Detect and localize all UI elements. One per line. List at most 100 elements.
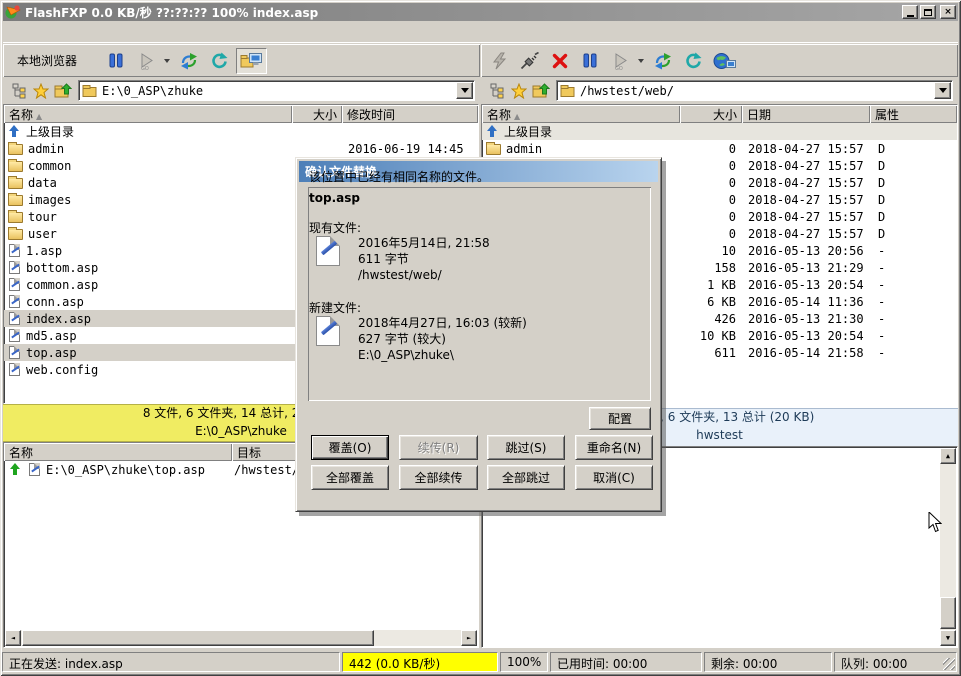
file-date: 2018-04-27 15:57 [742, 176, 870, 190]
file-name: 上级目录 [504, 123, 552, 140]
menu-item[interactable] [129, 29, 147, 35]
cancel-button[interactable]: 取消(C) [575, 465, 653, 490]
local-view-toggle-button[interactable] [236, 48, 267, 74]
menu-item[interactable] [147, 29, 165, 35]
status-remaining: 剩余: 00:00 [704, 652, 832, 672]
local-up-directory-button[interactable] [52, 81, 74, 101]
file-row[interactable]: admin 2016-06-19 14:45 [4, 140, 478, 157]
queue-source: E:\0_ASP\zhuke\top.asp [46, 463, 205, 477]
disconnect-button[interactable] [547, 48, 573, 74]
remote-transfer-mode-button[interactable] [650, 48, 676, 74]
local-tree-button[interactable] [8, 81, 30, 101]
maximize-button[interactable] [920, 5, 936, 19]
start-queue-button[interactable]: GO [133, 48, 159, 74]
file-attr: D [870, 210, 957, 224]
remote-path-value: /hwstest/web/ [576, 84, 934, 98]
file-size: 0 [680, 193, 742, 207]
file-date: 2018-04-27 15:57 [742, 227, 870, 241]
remote-tree-button[interactable] [486, 81, 508, 101]
remote-system-icon [713, 52, 736, 70]
queue-horizontal-scrollbar[interactable]: ◄ ► [5, 630, 477, 646]
resume-button: 续传(R) [399, 435, 478, 460]
file-row[interactable]: 上级目录 [4, 123, 478, 140]
remote-up-directory-button[interactable] [530, 81, 552, 101]
file-size: 158 [680, 261, 742, 275]
connect-button[interactable] [517, 48, 543, 74]
local-path-row: E:\0_ASP\zhuke [3, 78, 480, 103]
scroll-right-button[interactable]: ► [461, 630, 477, 646]
column-header-name[interactable]: 名称▲ [482, 105, 680, 123]
title-bar[interactable]: FlashFXP 0.0 KB/秒 ??:??:?? 100% index.as… [3, 3, 958, 21]
menu-item[interactable] [111, 29, 129, 35]
overwrite-button[interactable]: 覆盖(O) [311, 435, 389, 460]
file-row[interactable]: 上级目录 [482, 123, 957, 140]
log-vertical-scrollbar[interactable]: ▲ ▼ [940, 448, 956, 646]
scroll-down-button[interactable]: ▼ [940, 630, 956, 646]
log-line [488, 560, 937, 573]
menu-item[interactable] [3, 29, 21, 35]
scroll-up-button[interactable]: ▲ [940, 448, 956, 464]
svg-text:GO: GO [141, 66, 149, 70]
existing-file-path: /hwstest/web/ [358, 267, 490, 283]
resize-grip[interactable] [943, 658, 955, 670]
remote-pause-queue-button[interactable] [577, 48, 603, 74]
dialog-message: 该位置中已经有相同名称的文件。 [309, 168, 489, 185]
scroll-left-button[interactable]: ◄ [5, 630, 21, 646]
menu-item[interactable] [39, 29, 57, 35]
scrollbar-thumb[interactable] [940, 597, 956, 629]
local-browser-button[interactable]: 本地浏览器 [9, 48, 85, 74]
remote-path-dropdown-button[interactable] [934, 82, 951, 99]
menu-item[interactable] [21, 29, 39, 35]
refresh-local-button[interactable] [206, 48, 232, 74]
menu-item[interactable] [75, 29, 93, 35]
local-path-dropdown-button[interactable] [456, 82, 473, 99]
existing-file-date: 2016年5月14日, 21:58 [358, 235, 490, 251]
rename-button[interactable]: 重命名(N) [575, 435, 653, 460]
transfer-mode-button[interactable] [176, 48, 202, 74]
column-header-size[interactable]: 大小 [292, 105, 342, 123]
file-name: 1.asp [26, 244, 62, 258]
menu-item[interactable] [93, 29, 111, 35]
skip-all-button[interactable]: 全部跳过 [487, 465, 565, 490]
column-header-date[interactable]: 修改时间 [342, 105, 478, 123]
remote-start-queue-dropdown[interactable] [638, 59, 644, 63]
status-progress: 442 (0.0 KB/秒) [342, 652, 498, 672]
queue-column-name[interactable]: 名称 [4, 443, 232, 461]
file-icon [29, 463, 40, 476]
config-button[interactable]: 配置 [589, 407, 651, 430]
quick-connect-button[interactable] [487, 48, 513, 74]
file-date: 2016-05-13 20:56 [742, 244, 870, 258]
menu-item[interactable] [57, 29, 75, 35]
column-header-attr[interactable]: 属性 [870, 105, 957, 123]
resume-all-button[interactable]: 全部续传 [399, 465, 478, 490]
local-path-combobox[interactable]: E:\0_ASP\zhuke [78, 80, 475, 101]
column-header-size[interactable]: 大小 [680, 105, 742, 123]
skip-button[interactable]: 跳过(S) [487, 435, 565, 460]
refresh-icon [210, 52, 228, 70]
refresh-remote-button[interactable] [680, 48, 706, 74]
remote-favorites-button[interactable] [508, 81, 530, 101]
column-header-name[interactable]: 名称▲ [4, 105, 292, 123]
close-button[interactable]: × [940, 5, 956, 19]
flashfxp-window: FlashFXP 0.0 KB/秒 ??:??:?? 100% index.as… [0, 0, 961, 676]
remote-view-toggle-button[interactable] [710, 48, 739, 74]
status-sending: 正在发送: index.asp [2, 652, 340, 672]
remote-path-combobox[interactable]: /hwstest/web/ [556, 80, 953, 101]
file-attr: D [870, 176, 957, 190]
existing-file-info: 2016年5月14日, 21:58 611 字节 /hwstest/web/ [358, 235, 490, 283]
pause-queue-button[interactable] [103, 48, 129, 74]
file-date: 2018-04-27 15:57 [742, 210, 870, 224]
remote-start-queue-button[interactable]: GO [607, 48, 633, 74]
plug-connect-icon [520, 52, 540, 70]
scrollbar-thumb[interactable] [22, 630, 374, 646]
minimize-button[interactable] [902, 5, 918, 19]
file-date: 2016-05-14 11:36 [742, 295, 870, 309]
file-name: 上级目录 [26, 123, 74, 140]
local-system-icon [240, 52, 263, 70]
file-row[interactable]: admin 0 2018-04-27 15:57 D [482, 140, 957, 157]
overwrite-all-button[interactable]: 全部覆盖 [311, 465, 389, 490]
local-favorites-button[interactable] [30, 81, 52, 101]
column-header-date[interactable]: 日期 [742, 105, 870, 123]
start-queue-dropdown[interactable] [164, 59, 170, 63]
remote-list-header: 名称▲ 大小 日期 属性 [482, 105, 957, 123]
